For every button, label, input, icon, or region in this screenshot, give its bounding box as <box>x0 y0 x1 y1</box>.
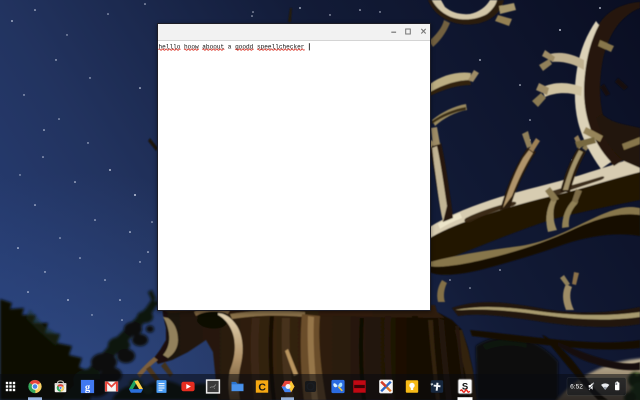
svg-text:g: g <box>85 382 91 393</box>
svg-text:6:52: 6:52 <box>570 384 583 391</box>
svg-text:C: C <box>258 381 266 393</box>
